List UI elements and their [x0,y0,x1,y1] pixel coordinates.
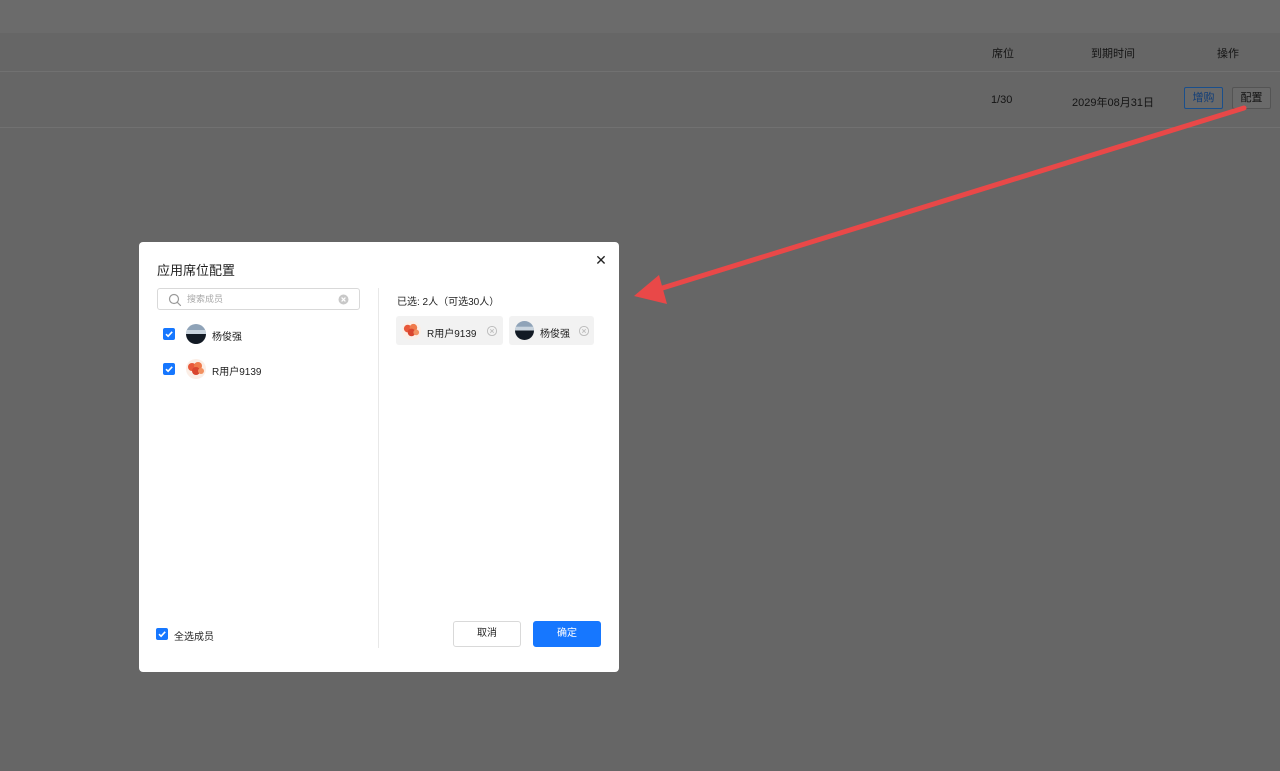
avatar [515,321,534,340]
dialog-title: 应用席位配置 [157,263,236,278]
select-all-label: 全选成员 [174,632,214,643]
remove-tag-icon[interactable] [579,326,589,336]
checkbox-checked-icon[interactable] [156,628,168,640]
avatar [402,321,421,340]
checkbox-checked-icon[interactable] [163,363,175,375]
buy-more-button[interactable]: 增购 [1184,87,1223,109]
list-item[interactable]: 杨俊强 [163,323,353,345]
configure-button[interactable]: 配置 [1232,87,1271,109]
table-top-strip [0,0,1280,33]
table-header [0,33,1280,72]
confirm-button[interactable]: 确定 [533,621,601,647]
remove-tag-icon[interactable] [487,326,497,336]
cancel-button[interactable]: 取消 [453,621,521,647]
search-input[interactable] [187,291,327,307]
selected-summary: 已选: 2人（可选30人） [397,297,500,308]
member-search[interactable] [157,288,360,310]
selected-tag: 杨俊强 [509,316,594,345]
tag-label: 杨俊强 [540,329,570,340]
close-icon[interactable]: ✕ [593,252,609,268]
row-expiry: 2029年08月31日 [1072,97,1154,109]
header-expiry: 到期时间 [1091,48,1135,60]
row-seats: 1/30 [991,94,1013,106]
tag-label: R用户9139 [427,329,477,340]
avatar [186,359,206,379]
clear-icon[interactable] [338,294,349,305]
select-all-members[interactable]: 全选成员 [156,627,276,643]
header-seats: 席位 [992,48,1014,60]
list-item[interactable]: R用户9139 [163,358,353,380]
member-name: 杨俊强 [212,332,242,343]
panel-divider [378,288,379,648]
selected-tag: R用户9139 [396,316,503,345]
checkbox-checked-icon[interactable] [163,328,175,340]
member-name: R用户9139 [212,367,262,378]
seat-config-dialog: 应用席位配置 ✕ 杨俊强 [139,242,619,672]
avatar [186,324,206,344]
header-actions: 操作 [1217,48,1239,60]
search-icon [168,293,182,307]
